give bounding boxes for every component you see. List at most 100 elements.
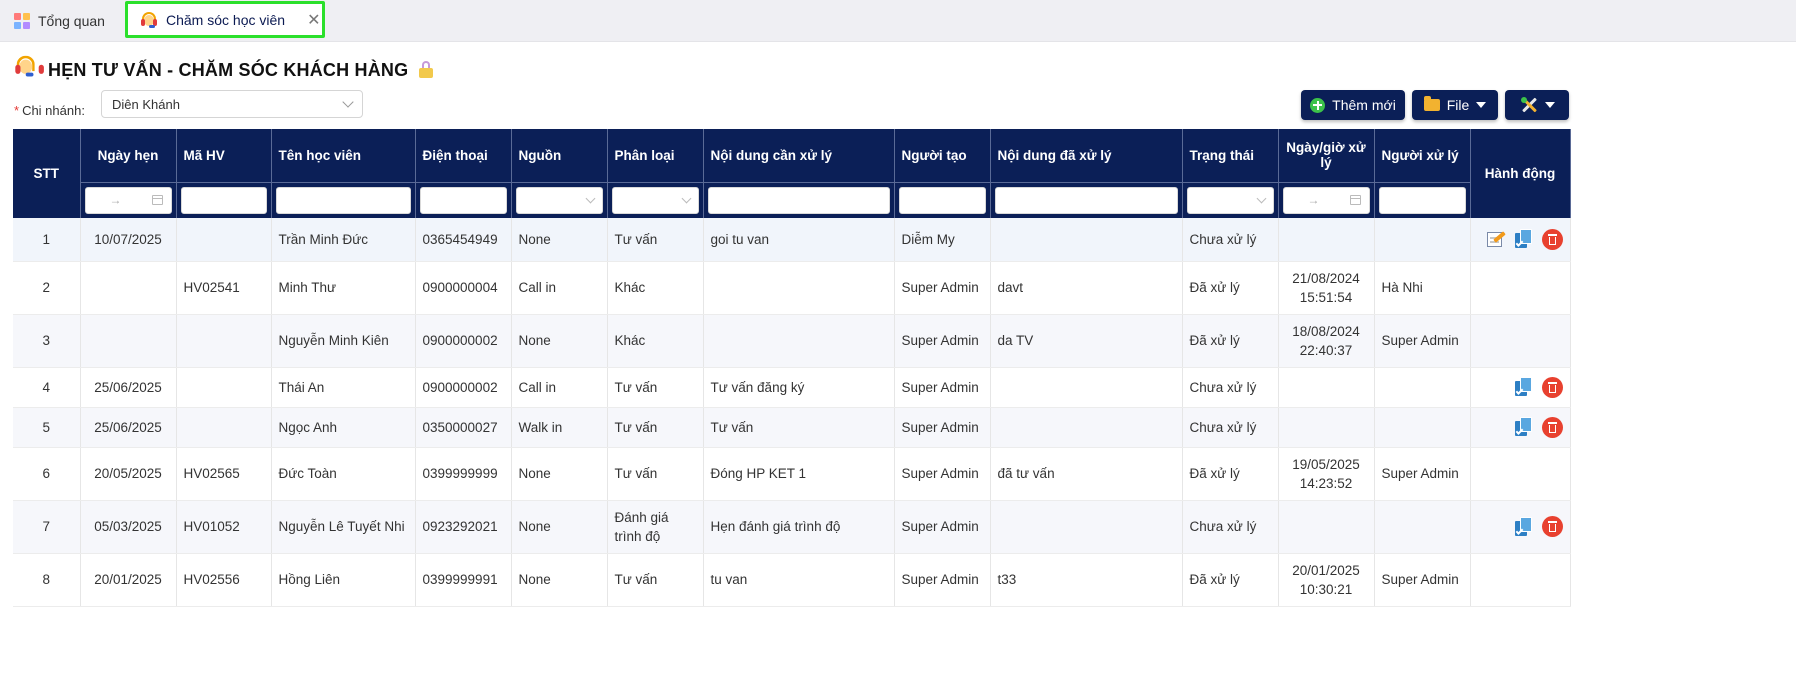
cell-todo: Tư vấn [703,407,895,448]
delete-icon[interactable] [1541,228,1563,250]
date-range-filter[interactable]: → [84,186,172,214]
cell-status: Chưa xử lý [1182,500,1279,554]
cell-todo [703,261,895,315]
page-title-row: HẸN TƯ VẤN - CHĂM SÓC KHÁCH HÀNG [14,55,434,82]
document-check-icon[interactable] [1514,516,1534,537]
done-filter-input[interactable] [994,186,1178,214]
cell-handled-time [1278,407,1375,448]
cell-done: davt [990,261,1183,315]
cell-code: HV01052 [176,500,272,554]
cell-todo: goi tu van [703,218,895,262]
cell-done: da TV [990,314,1183,368]
filter-handler [1374,181,1471,218]
cell-done: t33 [990,553,1183,607]
tab-overview[interactable]: Tổng quan [14,0,105,42]
cell-actions [1470,500,1571,554]
filter-done [990,181,1183,218]
cell-creator: Super Admin [894,261,991,315]
status-filter-select[interactable] [1186,186,1274,214]
table-row[interactable]: 1 10/07/2025 Trần Minh Đức 0365454949 No… [13,218,1571,262]
cell-type: Tư vấn [607,218,704,262]
cell-done [990,407,1183,448]
cell-handled-time: 20/01/2025 10:30:21 [1278,553,1375,607]
filter-status [1182,181,1279,218]
name-filter-input[interactable] [275,186,411,214]
cell-name: Nguyễn Lê Tuyết Nhi [271,500,416,554]
calendar-icon [1349,195,1361,206]
cell-stt: 5 [13,407,81,448]
cell-phone: 0900000002 [415,314,512,368]
cell-date: 25/06/2025 [80,407,177,448]
file-menu-button[interactable]: File [1412,90,1498,120]
tab-student-care[interactable]: Chăm sóc học viên ✕ [125,1,325,38]
code-filter-input[interactable] [180,186,267,214]
cell-date: 25/06/2025 [80,367,177,408]
filter-phone [415,181,512,218]
col-header-status: Trạng thái [1182,129,1279,182]
add-new-button[interactable]: Thêm mới [1301,90,1405,120]
table-row[interactable]: 4 25/06/2025 Thái An 0900000002 Call in … [13,367,1571,408]
document-check-icon[interactable] [1514,417,1534,437]
cell-code [176,367,272,408]
filter-source [511,181,608,218]
close-icon[interactable]: ✕ [307,10,320,30]
delete-icon[interactable] [1541,416,1563,438]
handled-date-range-filter[interactable]: → [1282,186,1370,214]
cell-stt: 3 [13,314,81,368]
cell-stt: 2 [13,261,81,315]
cell-source: Walk in [511,407,608,448]
col-header-creator: Người tạo [894,129,991,182]
appointments-table: STT Ngày hẹn Mã HV Tên học viên Điện tho… [13,129,1571,607]
cell-stt: 8 [13,553,81,607]
cell-stt: 6 [13,447,81,501]
edit-icon[interactable] [1486,230,1506,248]
cell-todo: Tư vấn đăng ký [703,367,895,408]
cell-status: Chưa xử lý [1182,218,1279,262]
cell-status: Chưa xử lý [1182,367,1279,408]
phone-filter-input[interactable] [419,186,507,214]
creator-filter-input[interactable] [898,186,986,214]
cell-name: Minh Thư [271,261,416,315]
cell-creator: Diễm My [894,218,991,262]
col-header-type: Phân loại [607,129,704,182]
headset-icon [14,54,45,85]
table-row[interactable]: 6 20/05/2025 HV02565 Đức Toàn 0399999999… [13,447,1571,501]
filter-date: → [80,181,177,218]
type-filter-select[interactable] [611,186,699,214]
col-header-phone: Điện thoại [415,129,512,182]
handler-filter-input[interactable] [1378,186,1466,214]
col-header-handler: Người xử lý [1374,129,1471,182]
document-check-icon[interactable] [1514,229,1534,249]
delete-icon[interactable] [1541,516,1563,537]
tab-student-care-label: Chăm sóc học viên [166,11,286,28]
delete-icon[interactable] [1541,376,1563,398]
tools-menu-button[interactable] [1505,90,1569,120]
cell-creator: Super Admin [894,447,991,501]
plus-circle-icon [1310,97,1326,113]
cell-stt: 7 [13,500,81,554]
table-row[interactable]: 3 Nguyễn Minh Kiên 0900000002 None Khác … [13,314,1571,368]
cell-source: None [511,553,608,607]
cell-actions [1470,447,1571,501]
col-header-handled-time: Ngày/giờ xử lý [1278,129,1375,182]
cell-actions [1470,367,1571,408]
tab-overview-label: Tổng quan [38,13,105,29]
cell-source: None [511,218,608,262]
cell-source: None [511,314,608,368]
cell-code [176,407,272,448]
chevron-down-icon [585,193,595,204]
branch-select[interactable]: Diên Khánh [101,90,363,118]
todo-filter-input[interactable] [707,186,890,214]
table-row[interactable]: 2 HV02541 Minh Thư 0900000004 Call in Kh… [13,261,1571,315]
cell-type: Khác [607,261,704,315]
table-row[interactable]: 7 05/03/2025 HV01052 Nguyễn Lê Tuyết Nhi… [13,500,1571,554]
cell-done [990,218,1183,262]
document-check-icon[interactable] [1514,377,1534,397]
file-label: File [1446,97,1470,113]
table-row[interactable]: 8 20/01/2025 HV02556 Hồng Liên 039999999… [13,553,1571,607]
cell-actions [1470,218,1571,262]
table-row[interactable]: 5 25/06/2025 Ngọc Anh 0350000027 Walk in… [13,407,1571,448]
source-filter-select[interactable] [515,186,603,214]
cell-phone: 0399999991 [415,553,512,607]
cell-code [176,314,272,368]
